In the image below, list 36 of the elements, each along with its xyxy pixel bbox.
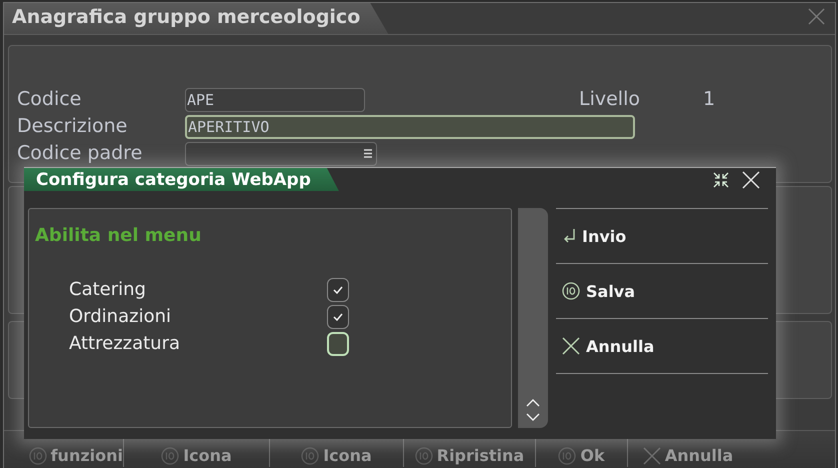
window-title: Anagrafica gruppo merceologico [4, 3, 388, 34]
number-circle-icon [28, 446, 47, 464]
number-circle-icon [161, 446, 180, 464]
number-circle-icon [414, 446, 433, 464]
scrollbar[interactable] [518, 208, 548, 428]
level-value: 1 [703, 87, 716, 112]
input-field[interactable]: APE [185, 88, 365, 112]
lookup-field[interactable] [185, 142, 377, 166]
scroll-up-icon[interactable] [526, 398, 540, 407]
field-label: Livello [579, 87, 641, 112]
action-button[interactable]: Annulla [556, 319, 768, 374]
field-label: Codice [17, 87, 82, 112]
option-label: Catering [69, 279, 147, 300]
check-icon [333, 312, 343, 320]
collapse-icon[interactable] [712, 170, 730, 188]
close-icon [642, 446, 661, 464]
number-circle-icon [562, 282, 580, 300]
number-circle-icon [301, 446, 320, 464]
action-button[interactable]: Invio [556, 209, 768, 264]
check-icon [333, 286, 343, 294]
checkbox[interactable] [327, 304, 349, 328]
number-circle-icon [558, 446, 576, 464]
scroll-down-icon[interactable] [526, 413, 540, 422]
section-title: Abilita nel menu [35, 225, 202, 246]
enter-icon [562, 228, 576, 244]
list-icon[interactable] [364, 149, 372, 158]
close-icon [562, 337, 580, 355]
toolbar-button[interactable]: Annulla [628, 432, 748, 466]
action-button[interactable]: Salva [556, 264, 768, 319]
option-label: Ordinazioni [69, 306, 172, 327]
field-label: Codice padre [17, 141, 144, 166]
checkbox[interactable] [327, 278, 349, 302]
field-label: Descrizione [17, 114, 128, 139]
dialog-title: Configura categoria WebApp [24, 168, 339, 191]
option-label: Attrezzatura [69, 333, 182, 354]
input-field[interactable]: APERITIVO [185, 114, 635, 138]
